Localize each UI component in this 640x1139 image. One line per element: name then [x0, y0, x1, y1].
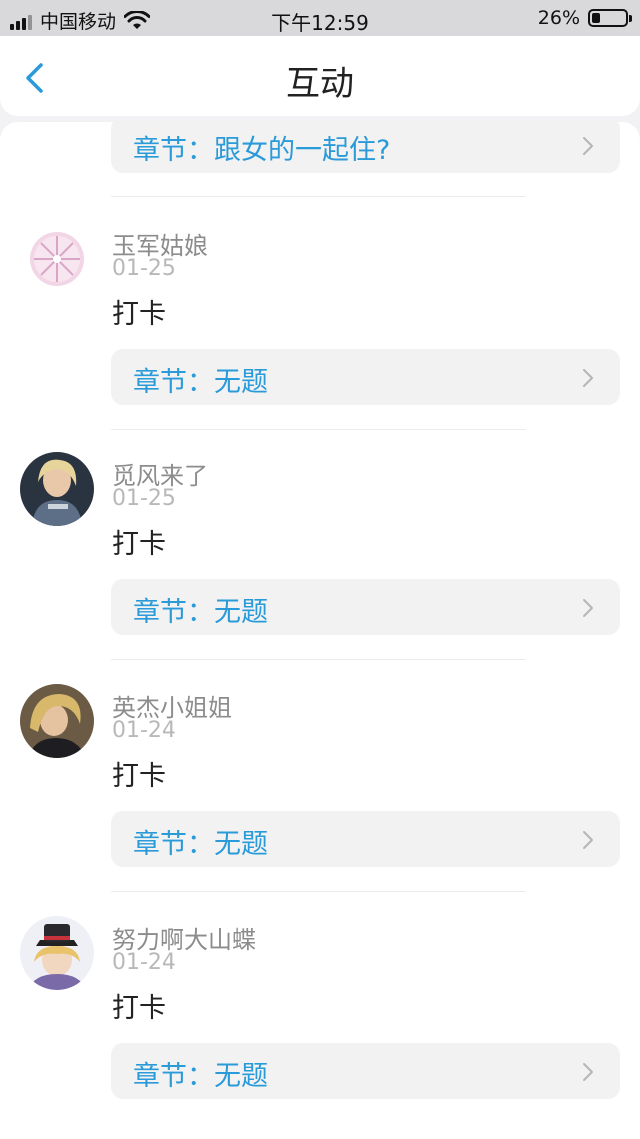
chapter-link[interactable]: 章节：无题: [111, 579, 620, 635]
battery-icon: [588, 9, 632, 27]
divider: [111, 429, 526, 430]
chevron-right-icon: [583, 1063, 593, 1081]
comment-date: 01-25: [112, 486, 176, 511]
status-right: 26%: [537, 7, 632, 29]
comment-text: 打卡: [112, 299, 166, 330]
comment-text: 打卡: [112, 993, 166, 1024]
chevron-right-icon: [583, 137, 593, 155]
chapter-link[interactable]: 章节：跟女的一起住?: [111, 122, 620, 173]
chapter-link[interactable]: 章节：无题: [111, 349, 620, 405]
chevron-right-icon: [583, 369, 593, 387]
comment-text: 打卡: [112, 529, 166, 560]
comment-date: 01-24: [112, 950, 176, 975]
battery-percent: 26%: [537, 7, 580, 29]
chapter-label: 章节：无题: [133, 367, 268, 398]
chapter-label: 章节：跟女的一起住?: [133, 135, 391, 166]
chapter-label: 章节：无题: [133, 1061, 268, 1092]
avatar[interactable]: [20, 452, 94, 526]
avatar[interactable]: [20, 684, 94, 758]
comment-date: 01-25: [112, 256, 176, 281]
chapter-link[interactable]: 章节：无题: [111, 811, 620, 867]
avatar[interactable]: [20, 222, 94, 296]
comment-date: 01-24: [112, 718, 176, 743]
chapter-link[interactable]: 章节：无题: [111, 1043, 620, 1099]
nav-bar: 互动: [0, 36, 640, 116]
page-title: 互动: [286, 64, 354, 104]
chapter-label: 章节：无题: [133, 829, 268, 860]
divider: [111, 659, 526, 660]
chevron-right-icon: [583, 831, 593, 849]
avatar[interactable]: [20, 916, 94, 990]
divider: [111, 196, 526, 197]
comment-text: 打卡: [112, 761, 166, 792]
chapter-label: 章节：无题: [133, 597, 268, 628]
status-bar: 中国移动 下午12:59 26%: [0, 0, 640, 36]
comment-list[interactable]: 章节：跟女的一起住? 玉军姑娘 01-25 打卡 章节：无题 觅风来了 01-2…: [0, 122, 640, 1139]
divider: [111, 891, 526, 892]
chevron-right-icon: [583, 599, 593, 617]
